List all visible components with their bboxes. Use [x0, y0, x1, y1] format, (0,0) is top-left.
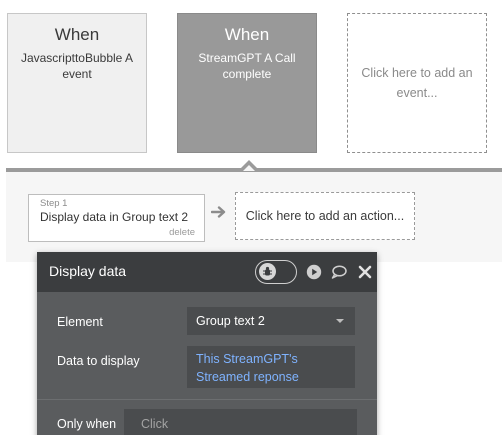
step-delete-link[interactable]: delete [169, 227, 195, 238]
only-when-condition-input[interactable]: Click [124, 409, 357, 435]
element-value: Group text 2 [196, 314, 265, 328]
selected-event-pointer-fill [243, 165, 255, 171]
close-icon[interactable] [357, 264, 373, 280]
event-card-streamgpt-call-complete[interactable]: When StreamGPT A Call complete [177, 13, 317, 153]
add-event-label: Click here to add an event... [361, 66, 473, 100]
data-to-display-expression[interactable]: This StreamGPT's Streamed reponse [187, 346, 355, 388]
comment-icon[interactable] [331, 264, 347, 280]
play-icon[interactable] [306, 264, 322, 280]
chevron-down-icon [336, 319, 344, 323]
step-1-card[interactable]: Step 1 Display data in Group text 2 dele… [28, 194, 205, 242]
only-when-placeholder: Click [141, 417, 169, 431]
event-when-label: When [224, 25, 270, 44]
event-when-label: When [54, 25, 100, 44]
element-label: Element [57, 315, 103, 329]
step-title: Display data in Group text 2 [40, 210, 189, 224]
add-event-button[interactable]: Click here to add an event... [347, 13, 487, 153]
event-name: StreamGPT A Call complete [198, 51, 296, 81]
data-to-display-label: Data to display [57, 354, 140, 368]
breakpoint-toggle-icon [259, 263, 276, 280]
section-divider [37, 399, 377, 400]
bug-icon [263, 266, 272, 276]
only-when-label: Only when [57, 417, 117, 431]
property-editor: Display data Element Group text 2 Data t… [37, 252, 377, 435]
add-action-label: Click here to add an action... [245, 209, 405, 223]
workflow-editor: When JavascripttoBubble A event When Str… [0, 0, 502, 435]
element-dropdown[interactable]: Group text 2 [187, 307, 355, 335]
add-action-button[interactable]: Click here to add an action... [235, 192, 415, 240]
arrow-right-icon [211, 206, 226, 218]
property-editor-header[interactable]: Display data [37, 252, 377, 292]
breakpoint-toggle[interactable] [255, 260, 297, 284]
step-number: Step 1 [40, 198, 68, 209]
event-name: JavascripttoBubble A event [20, 51, 134, 81]
event-card-javascript-to-bubble[interactable]: When JavascripttoBubble A event [7, 13, 147, 153]
property-editor-title: Display data [49, 263, 127, 279]
